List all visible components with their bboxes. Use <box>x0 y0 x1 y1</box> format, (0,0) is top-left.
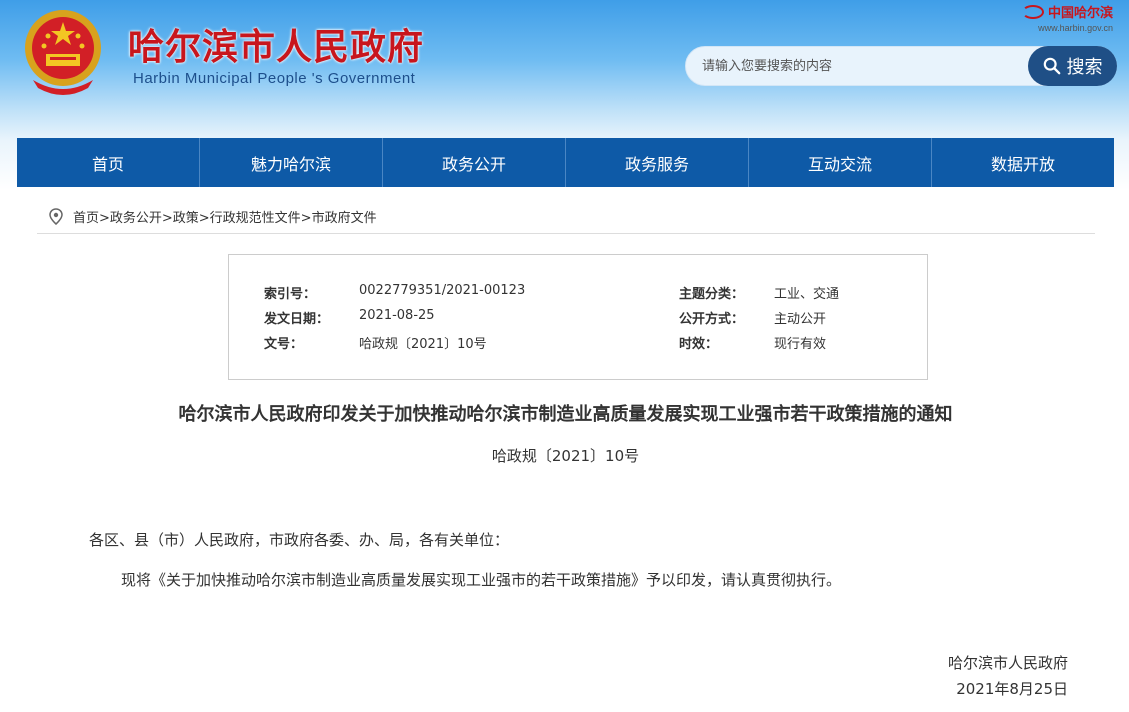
search-box: 搜索 <box>685 46 1117 86</box>
document-meta-box: 索引号： 0022779351/2021-00123 主题分类： 工业、交通 发… <box>228 254 928 380</box>
main-nav: 首页 魅力哈尔滨 政务公开 政务服务 互动交流 数据开放 <box>17 138 1114 187</box>
nav-item-gov-disclosure[interactable]: 政务公开 <box>383 138 566 187</box>
harbin-logo[interactable]: 中国哈尔滨 www.harbin.gov.cn <box>1021 2 1113 33</box>
nav-item-open-data[interactable]: 数据开放 <box>932 138 1114 187</box>
national-emblem-icon <box>25 10 101 95</box>
document-title: 哈尔滨市人民政府印发关于加快推动哈尔滨市制造业高质量发展实现工业强市若干政策措施… <box>178 404 953 425</box>
nav-item-home[interactable]: 首页 <box>17 138 200 187</box>
divider <box>37 233 1095 234</box>
site-title: 哈尔滨市人民政府 <box>128 26 425 68</box>
date-label: 发文日期： <box>264 312 330 327</box>
meta-row: 文号： 哈政规〔2021〕10号 时效： 现行有效 <box>229 333 927 353</box>
search-button[interactable]: 搜索 <box>1028 46 1117 86</box>
validity-value: 现行有效 <box>774 337 827 352</box>
meta-row: 发文日期： 2021-08-25 公开方式： 主动公开 <box>229 308 927 328</box>
breadcrumb: 首页>政务公开>政策>行政规范性文件>市政府文件 <box>47 207 377 226</box>
docno-label: 文号： <box>264 337 304 352</box>
validity-label: 时效： <box>679 337 719 352</box>
nav-item-gov-services[interactable]: 政务服务 <box>566 138 749 187</box>
disclosure-value: 主动公开 <box>774 312 827 327</box>
site-header: 哈尔滨市人民政府 Harbin Municipal People 's Gove… <box>0 0 1129 138</box>
search-icon <box>1043 57 1060 75</box>
document-salutation: 各区、县（市）人民政府，市政府各委、办、局，各有关单位： <box>89 531 510 549</box>
nav-item-interaction[interactable]: 互动交流 <box>749 138 932 187</box>
search-input[interactable] <box>686 47 1026 85</box>
harbin-logo-icon <box>1021 4 1044 19</box>
document-signature: 哈尔滨市人民政府 <box>947 654 1068 672</box>
document-number: 哈政规〔2021〕10号 <box>491 447 640 465</box>
harbin-logo-url: www.harbin.gov.cn <box>1038 23 1113 33</box>
main-content: 首页>政务公开>政策>行政规范性文件>市政府文件 索引号： 0022779351… <box>17 187 1114 712</box>
topic-value: 工业、交通 <box>774 287 840 302</box>
site-subtitle: Harbin Municipal People 's Government <box>133 70 416 87</box>
index-label: 索引号： <box>264 287 317 302</box>
breadcrumb-text[interactable]: 首页>政务公开>政策>行政规范性文件>市政府文件 <box>73 207 377 226</box>
location-pin-icon <box>49 207 63 225</box>
harbin-logo-text: 中国哈尔滨 <box>1047 6 1113 21</box>
date-value: 2021-08-25 <box>359 308 435 323</box>
document-date: 2021年8月25日 <box>956 680 1068 698</box>
nav-item-charm-harbin[interactable]: 魅力哈尔滨 <box>200 138 383 187</box>
search-button-label: 搜索 <box>1066 57 1103 78</box>
disclosure-label: 公开方式： <box>679 312 745 327</box>
index-value: 0022779351/2021-00123 <box>359 283 526 298</box>
topic-label: 主题分类： <box>679 287 745 302</box>
meta-row: 索引号： 0022779351/2021-00123 主题分类： 工业、交通 <box>229 283 927 303</box>
document-body: 现将《关于加快推动哈尔滨市制造业高质量发展实现工业强市的若干政策措施》予以印发，… <box>121 571 842 589</box>
docno-value: 哈政规〔2021〕10号 <box>359 337 487 352</box>
